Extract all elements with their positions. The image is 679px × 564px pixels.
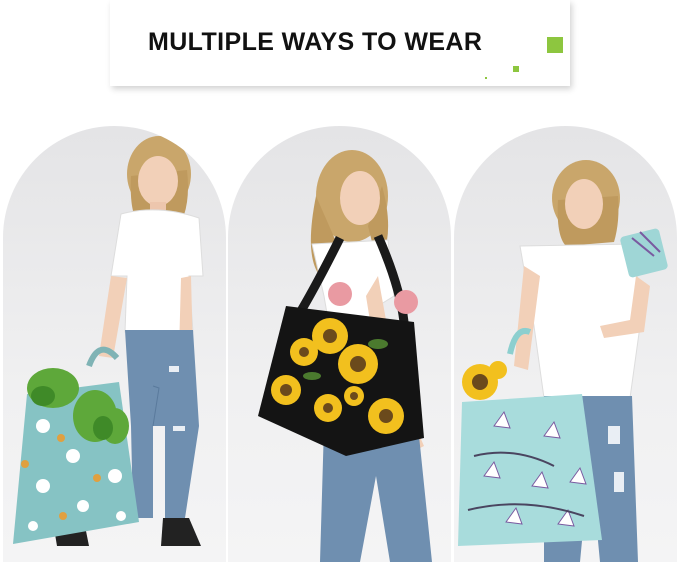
model-panel-hand-carry bbox=[3, 126, 226, 562]
model-panel-shoulder-carry bbox=[228, 126, 451, 562]
accent-square bbox=[547, 37, 563, 53]
model-shoulder-carry-illustration bbox=[258, 150, 432, 562]
title-banner: MULTIPLE WAYS TO WEAR bbox=[110, 0, 570, 86]
page-title: MULTIPLE WAYS TO WEAR bbox=[148, 28, 483, 56]
model-panel-arm-carry bbox=[454, 126, 677, 562]
accent-square-small bbox=[513, 66, 519, 72]
model-arm-carry-illustration bbox=[458, 160, 668, 562]
accent-dot bbox=[485, 77, 487, 79]
model-hand-carry-illustration bbox=[13, 136, 204, 546]
